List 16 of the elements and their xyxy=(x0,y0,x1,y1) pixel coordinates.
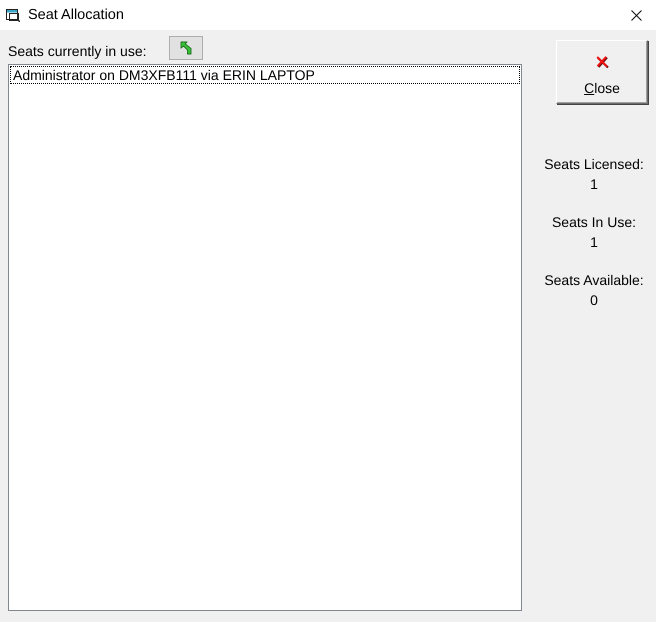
window-title: Seat Allocation xyxy=(28,7,124,23)
stat-value: 1 xyxy=(590,233,598,252)
stat-label: Seats In Use: xyxy=(552,213,636,232)
stat-value: 1 xyxy=(590,175,598,194)
arrow-icon xyxy=(180,41,192,55)
stat-label: Seats Available: xyxy=(544,271,644,290)
stat-label: Seats Licensed: xyxy=(544,155,644,174)
stat-value: 0 xyxy=(590,291,598,310)
window-icon xyxy=(6,9,20,22)
cross-icon xyxy=(596,56,608,68)
list-item[interactable]: Administrator on DM3XFB111 via ERIN LAPTOP xyxy=(10,66,520,84)
close-icon xyxy=(630,10,642,20)
list-label: Seats currently in use: xyxy=(8,43,147,60)
seats-list-box[interactable]: Administrator on DM3XFB111 via ERIN LAPTOP xyxy=(8,64,522,611)
close-button[interactable]: Close xyxy=(556,40,648,104)
refresh-button[interactable] xyxy=(168,36,203,60)
